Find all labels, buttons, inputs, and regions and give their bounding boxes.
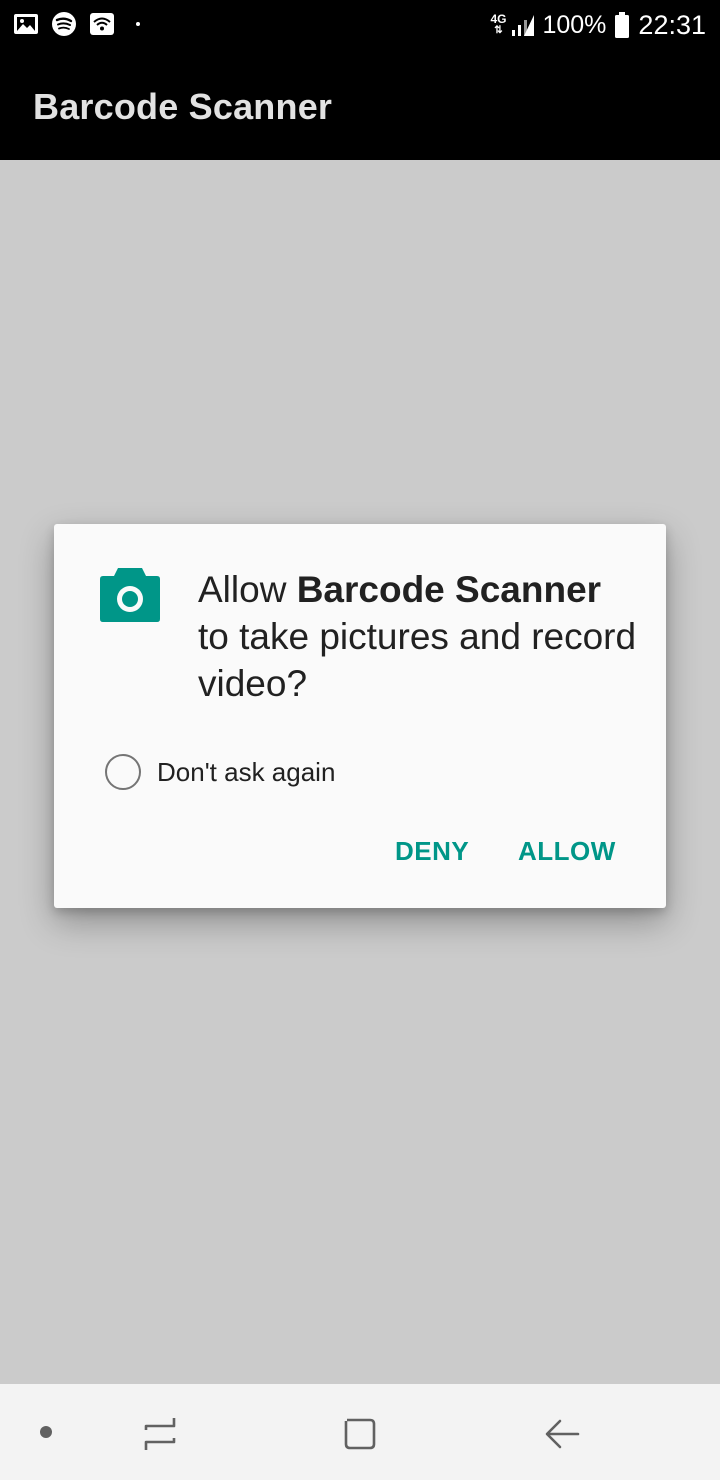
gallery-icon xyxy=(14,14,38,34)
signal-icon xyxy=(512,15,535,36)
app-toolbar: Barcode Scanner xyxy=(0,52,720,160)
status-left-icons xyxy=(12,10,150,38)
app-title: Barcode Scanner xyxy=(33,86,333,127)
allow-button[interactable]: ALLOW xyxy=(518,836,616,867)
deny-button[interactable]: DENY xyxy=(395,836,469,867)
dont-ask-again-label[interactable]: Don't ask again xyxy=(157,757,335,788)
message-suffix: to take pictures and record video? xyxy=(198,616,637,704)
dot-icon[interactable] xyxy=(40,1426,52,1438)
clock: 22:31 xyxy=(638,9,706,40)
permission-dialog: Allow Barcode Scanner to take pictures a… xyxy=(54,524,666,908)
network-type: 4G ⇅ xyxy=(490,12,507,36)
status-right: 4G ⇅ 100% 22:31 xyxy=(490,8,706,42)
spotify-icon xyxy=(52,12,76,36)
camera-icon xyxy=(100,568,160,622)
notification-dot xyxy=(136,22,140,26)
wifi-icon xyxy=(90,13,114,35)
dialog-message: Allow Barcode Scanner to take pictures a… xyxy=(198,566,638,707)
recent-apps-icon[interactable] xyxy=(140,1414,180,1454)
battery-icon xyxy=(615,12,630,38)
dont-ask-again-checkbox[interactable] xyxy=(105,754,141,790)
message-app-name: Barcode Scanner xyxy=(296,569,602,610)
back-icon[interactable] xyxy=(542,1414,582,1454)
battery-percentage: 100% xyxy=(542,10,607,39)
message-prefix: Allow xyxy=(198,569,297,610)
navigation-bar xyxy=(0,1384,720,1480)
status-bar: 4G ⇅ 100% 22:31 xyxy=(0,0,720,52)
dont-ask-again-row[interactable]: Don't ask again xyxy=(105,754,335,790)
home-icon[interactable] xyxy=(340,1414,380,1454)
